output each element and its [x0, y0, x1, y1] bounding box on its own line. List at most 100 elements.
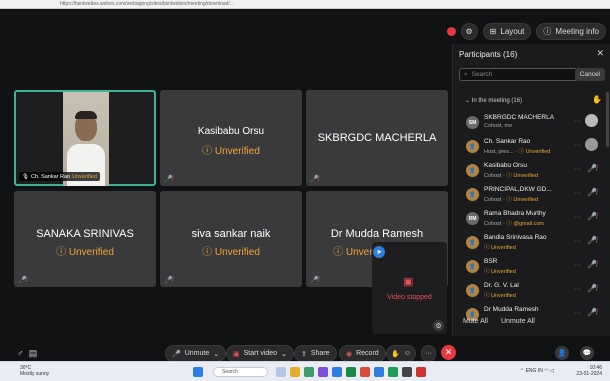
emoji-icon: ☺	[403, 350, 411, 357]
more-icon[interactable]: ···	[574, 262, 581, 269]
start-icon[interactable]	[193, 367, 203, 377]
share-button[interactable]: ⇪ Share	[294, 345, 337, 362]
close-icon[interactable]: ✕	[596, 48, 604, 59]
browser-url[interactable]: https://bsnlwebex.webex.com/webappng/sit…	[60, 1, 530, 8]
cancel-button[interactable]: Cancel	[574, 68, 605, 81]
muted-mic-icon: 🎤̸	[587, 236, 597, 245]
participant-row[interactable]: 👤 Ch. Sankar Rao Host, pres... · ⓘ Unver…	[456, 137, 606, 161]
leave-meeting-button[interactable]: ✕	[441, 345, 456, 360]
app-icon[interactable]	[318, 367, 328, 377]
more-icon[interactable]: ···	[574, 118, 581, 125]
top-controls: ⚙ ⊞ Layout ⓘ Meeting info	[446, 22, 610, 40]
volume-icon: ◁	[549, 368, 554, 374]
more-icon[interactable]: ···	[574, 142, 581, 149]
participant-search-input[interactable]: ⌕ Search	[459, 68, 578, 81]
video-off-icon: ▣	[403, 276, 414, 288]
video-tile-active-speaker[interactable]: 🎙 Ch. Sankar Rao Unverified	[14, 90, 156, 186]
grid-icon: ⊞	[489, 26, 497, 36]
more-icon[interactable]: ···	[574, 310, 581, 317]
video-tile[interactable]: SANAKA SRINIVAS ⓘ Unverified 🎤̸	[14, 191, 156, 287]
tile-name: Dr Mudda Ramesh	[330, 228, 424, 240]
avatar: SM	[466, 116, 479, 129]
chevron-down-icon: ⌄	[281, 350, 287, 358]
participant-row[interactable]: 👤 BSR ⓘ Unverified ··· 🎤̸	[456, 257, 606, 281]
participants-panel: Participants (16) ✕ ⌕ Search Cancel ⌄ In…	[452, 44, 610, 336]
video-status-icon	[585, 114, 598, 127]
app-icon[interactable]	[416, 367, 426, 377]
unmute-button[interactable]: 🎤 Unmute ⌄	[165, 345, 227, 362]
muted-mic-icon: 🎤	[172, 350, 181, 358]
clock[interactable]: 10:46 23-01-2024	[576, 365, 602, 377]
mute-all-button[interactable]: Mute All	[463, 318, 488, 325]
weather-widget[interactable]: 30°C Mostly sunny	[20, 365, 49, 377]
record-button[interactable]: ◉ Record	[339, 345, 386, 362]
meeting-info-button[interactable]: ⓘ Meeting info	[536, 22, 606, 40]
more-icon[interactable]: ···	[574, 166, 581, 173]
tile-name: Kasibabu Orsu	[197, 126, 265, 137]
participant-row[interactable]: RM Rama Bhadra Murthy Cohost · ⓘ @gmail.…	[456, 209, 606, 233]
shield-icon: ⚙	[465, 26, 473, 36]
file-explorer-icon[interactable]	[276, 367, 286, 377]
edge-icon[interactable]	[332, 367, 342, 377]
mic-icon: 🎙	[22, 173, 29, 180]
word-icon[interactable]	[374, 367, 384, 377]
muted-mic-icon: 🎤̸	[587, 260, 597, 269]
more-options-button[interactable]: ···	[421, 345, 436, 362]
hand-icon: ✋	[391, 350, 400, 358]
more-icon[interactable]: ···	[574, 190, 581, 197]
in-meeting-section[interactable]: ⌄ In the meeting (16)	[465, 97, 522, 104]
record-indicator-icon	[446, 26, 456, 36]
muted-mic-icon: 🎤̸	[587, 212, 597, 221]
participant-row[interactable]: 👤 PRINCIPAL,DKW GD... Cohost · ⓘ Unverif…	[456, 185, 606, 209]
muted-mic-icon: 🎤̸	[587, 308, 597, 317]
video-tile[interactable]: siva sankar naik ⓘ Unverified 🎤̸	[160, 191, 302, 287]
muted-mic-icon: 🎤̸	[164, 176, 173, 183]
participant-row[interactable]: SM SKBRGDC MACHERLA Cohost, me ···	[456, 113, 606, 137]
reactions-button[interactable]: ✋ ☺	[386, 345, 416, 362]
taskbar-search-input[interactable]: Search	[213, 367, 268, 377]
tile-name: SKBRGDC MACHERLA	[317, 132, 437, 144]
avatar: 👤	[466, 164, 479, 177]
share-icon: ⇪	[301, 350, 307, 358]
participant-row[interactable]: 👤 Bandla Srinivasa Rao ⓘ Unverified ··· …	[456, 233, 606, 257]
settings-icon[interactable]: ⚙	[433, 320, 444, 331]
captions-icon[interactable]: ▤	[29, 348, 38, 358]
tile-name: siva sankar naik	[191, 228, 271, 240]
webex-icon[interactable]	[402, 367, 412, 377]
windows-taskbar: 30°C Mostly sunny Search ⌃ ENG IN ◠ ◁ 10…	[0, 361, 610, 381]
muted-mic-icon: 🎤̸	[587, 188, 597, 197]
audio-settings-icon[interactable]: ♂	[17, 348, 24, 358]
muted-mic-icon: 🎤̸	[587, 284, 597, 293]
privacy-button[interactable]: ⚙	[460, 22, 478, 40]
participants-icon[interactable]: 👤	[555, 346, 569, 360]
participant-row[interactable]: 👤 Dr Mudda Ramesh ··· 🎤̸	[456, 305, 606, 329]
more-options-icon[interactable]	[585, 138, 598, 151]
avatar: 👤	[466, 188, 479, 201]
video-tile[interactable]: Kasibabu Orsu ⓘ Unverified 🎤̸	[160, 90, 302, 186]
excel-icon[interactable]	[388, 367, 398, 377]
search-icon: ⌕	[464, 70, 468, 78]
system-tray[interactable]: ⌃ ENG IN ◠ ◁	[520, 368, 554, 374]
chat-icon[interactable]: 💬	[580, 346, 594, 360]
more-icon[interactable]: ···	[574, 214, 581, 221]
start-video-button[interactable]: ▣ Start video ⌄	[226, 345, 294, 362]
app-icon[interactable]	[360, 367, 370, 377]
avatar: RM	[466, 212, 479, 225]
participant-row[interactable]: 👤 Dr. G. V. Lal ⓘ Unverified ··· 🎤̸	[456, 281, 606, 305]
chrome-icon[interactable]	[346, 367, 356, 377]
avatar: 👤	[466, 260, 479, 273]
more-icon[interactable]: ···	[574, 286, 581, 293]
raise-hand-icon: ✋	[592, 95, 602, 104]
folder-icon[interactable]	[290, 367, 300, 377]
info-icon: ⓘ	[543, 26, 552, 36]
unmute-all-button[interactable]: Unmute All	[501, 318, 535, 325]
layout-button[interactable]: ⊞ Layout	[482, 22, 532, 40]
muted-mic-icon: 🎤̸	[587, 164, 597, 173]
app-icon[interactable]	[304, 367, 314, 377]
scrollbar[interactable]	[606, 92, 609, 147]
tile-name: SANAKA SRINIVAS	[36, 228, 134, 240]
more-icon[interactable]: ···	[574, 238, 581, 245]
video-tile[interactable]: SKBRGDC MACHERLA 🎤̸	[306, 90, 448, 186]
participant-row[interactable]: 👤 Kasibabu Orsu Cohost · ⓘ Unverified ··…	[456, 161, 606, 185]
pin-icon[interactable]: ➤	[373, 246, 385, 258]
